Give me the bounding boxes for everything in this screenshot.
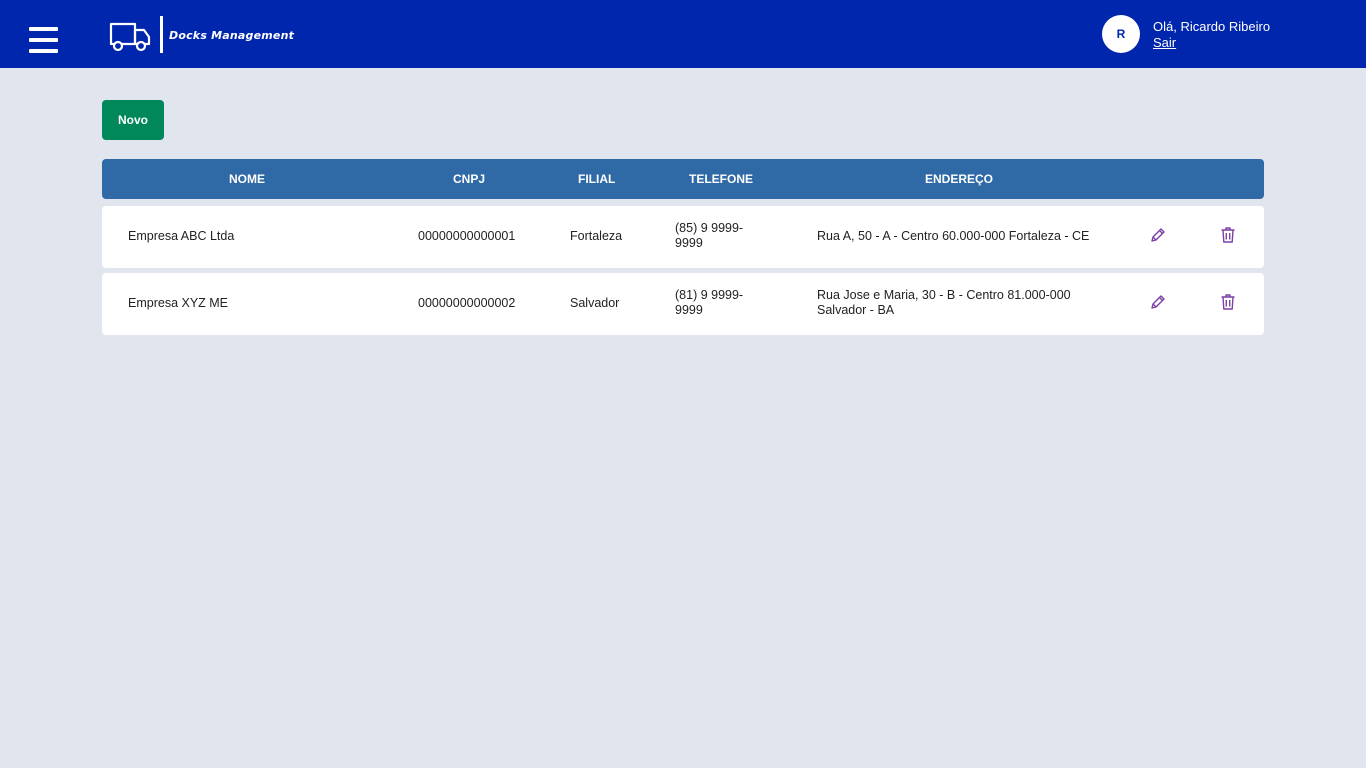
column-header-cnpj: CNPJ xyxy=(453,172,486,186)
column-header-endereco: ENDEREÇO xyxy=(925,172,994,186)
truck-icon xyxy=(109,22,151,52)
cell-nome: Empresa XYZ ME xyxy=(128,296,229,310)
table-row: Empresa XYZ ME 00000000000002 Salvador (… xyxy=(102,273,1264,335)
trash-icon[interactable] xyxy=(1218,292,1238,312)
cell-nome: Empresa ABC Ltda xyxy=(128,229,235,243)
column-header-nome: NOME xyxy=(229,172,265,186)
top-bar: Docks Management R Olá, Ricardo Ribeiro … xyxy=(0,0,1366,68)
pencil-icon[interactable] xyxy=(1148,292,1168,312)
user-greeting: Olá, Ricardo Ribeiro xyxy=(1153,19,1271,34)
column-header-filial: FILIAL xyxy=(578,172,616,186)
trash-icon[interactable] xyxy=(1218,225,1238,245)
menu-icon[interactable] xyxy=(29,27,58,54)
cell-telefone: (85) 9 9999-9999 xyxy=(675,221,744,250)
cell-endereco: Rua Jose e Maria, 30 - B - Centro 81.000… xyxy=(817,288,1071,317)
cell-cnpj: 00000000000002 xyxy=(418,296,516,310)
cell-telefone: (81) 9 9999-9999 xyxy=(675,288,744,317)
cell-filial: Salvador xyxy=(570,296,620,310)
new-button[interactable]: Novo xyxy=(102,100,164,140)
avatar[interactable]: R xyxy=(1102,15,1140,53)
cell-filial: Fortaleza xyxy=(570,229,623,243)
logo-divider xyxy=(160,16,163,53)
app-name: Docks Management xyxy=(169,29,295,42)
cell-cnpj: 00000000000001 xyxy=(418,229,516,243)
logout-link[interactable]: Sair xyxy=(1153,35,1176,50)
cell-endereco: Rua A, 50 - A - Centro 60.000-000 Fortal… xyxy=(817,229,1090,243)
pencil-icon[interactable] xyxy=(1148,225,1168,245)
table-row: Empresa ABC Ltda 00000000000001 Fortalez… xyxy=(102,206,1264,268)
table-header: NOME CNPJ FILIAL TELEFONE ENDEREÇO xyxy=(102,159,1264,199)
column-header-telefone: TELEFONE xyxy=(689,172,754,186)
